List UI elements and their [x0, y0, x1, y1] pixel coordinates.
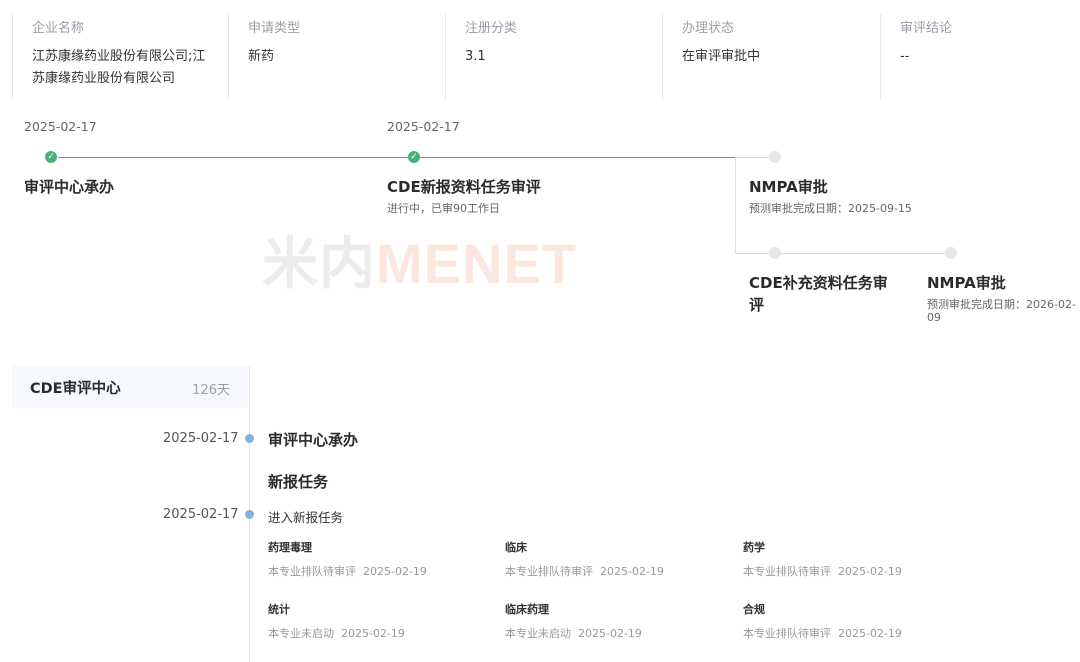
- info-col-registration-class: 注册分类 3.1: [446, 14, 663, 100]
- event-date: 2025-02-17: [163, 507, 239, 522]
- info-value: 3.1: [465, 49, 486, 64]
- task-name: 临床药理: [505, 603, 549, 616]
- watermark-logo: 米内MENET: [262, 232, 577, 295]
- stage-title: NMPA审批: [749, 178, 828, 196]
- review-days: 126天: [192, 383, 230, 398]
- info-value: 江苏康缘药业股份有限公司;江 苏康缘药业股份有限公司: [32, 49, 206, 86]
- timeline-dot: [245, 510, 254, 519]
- task-name: 药学: [743, 541, 765, 554]
- event-title: 审评中心承办: [268, 431, 359, 449]
- flow-connector: [58, 157, 408, 158]
- pending-dot: [945, 247, 957, 259]
- info-col-company: 企业名称 江苏康缘药业股份有限公司;江 苏康缘药业股份有限公司: [12, 14, 229, 100]
- task-name: 合规: [743, 603, 765, 616]
- info-label: 申请类型: [248, 21, 301, 36]
- flow-connector: [420, 157, 735, 158]
- stage-title: CDE补充资料任务审 评: [749, 274, 888, 314]
- stage-subtitle: 进行中，已审90工作日: [387, 202, 500, 215]
- stage-title: 审评中心承办: [24, 178, 115, 196]
- info-col-conclusion: 审评结论 --: [881, 14, 1080, 100]
- info-value: --: [900, 49, 910, 64]
- info-table: 企业名称 江苏康缘药业股份有限公司;江 苏康缘药业股份有限公司 申请类型 新药 …: [12, 14, 1080, 100]
- timeline-dot: [245, 434, 254, 443]
- pending-dot: [769, 151, 781, 163]
- stage-date: 2025-02-17: [387, 119, 460, 134]
- check-icon: ✓: [408, 151, 420, 163]
- stage-subtitle: 预测审批完成日期：2025-09-15: [749, 202, 912, 215]
- info-value: 新药: [248, 49, 275, 64]
- info-label: 注册分类: [465, 21, 518, 36]
- stage-date: 2025-02-17: [24, 119, 97, 134]
- stage-subtitle: 预测审批完成日期：2026-02- 09: [927, 298, 1076, 324]
- stage-title: NMPA审批: [927, 274, 1006, 292]
- flow-connector: [781, 253, 945, 254]
- info-value: 在审评审批中: [682, 49, 761, 64]
- info-label: 办理状态: [682, 21, 735, 36]
- info-col-status: 办理状态 在审评审批中: [663, 14, 881, 100]
- event-date: 2025-02-17: [163, 431, 239, 446]
- review-center-title: CDE审评中心: [30, 381, 121, 397]
- task-status: 本专业排队待审评 2025-02-19: [505, 565, 664, 578]
- flow-connector: [735, 157, 769, 158]
- flow-branch-connector: [735, 157, 736, 253]
- review-center-header: CDE审评中心 126天: [12, 366, 248, 408]
- task-status: 本专业排队待审评 2025-02-19: [268, 565, 427, 578]
- pending-dot: [769, 247, 781, 259]
- task-name: 统计: [268, 603, 290, 616]
- info-label: 企业名称: [32, 21, 85, 36]
- task-name: 药理毒理: [268, 541, 312, 554]
- info-label: 审评结论: [900, 21, 953, 36]
- check-icon: ✓: [45, 151, 57, 163]
- task-status: 本专业排队待审评 2025-02-19: [743, 627, 902, 640]
- info-col-application-type: 申请类型 新药: [229, 14, 446, 100]
- task-status: 本专业未启动 2025-02-19: [505, 627, 642, 640]
- task-group-heading: 新报任务: [268, 473, 329, 491]
- task-name: 临床: [505, 541, 527, 554]
- flow-connector: [735, 253, 769, 254]
- stage-title: CDE新报资料任务审评: [387, 178, 541, 196]
- task-status: 本专业未启动 2025-02-19: [268, 627, 405, 640]
- event-text: 进入新报任务: [268, 510, 344, 525]
- task-status: 本专业排队待审评 2025-02-19: [743, 565, 902, 578]
